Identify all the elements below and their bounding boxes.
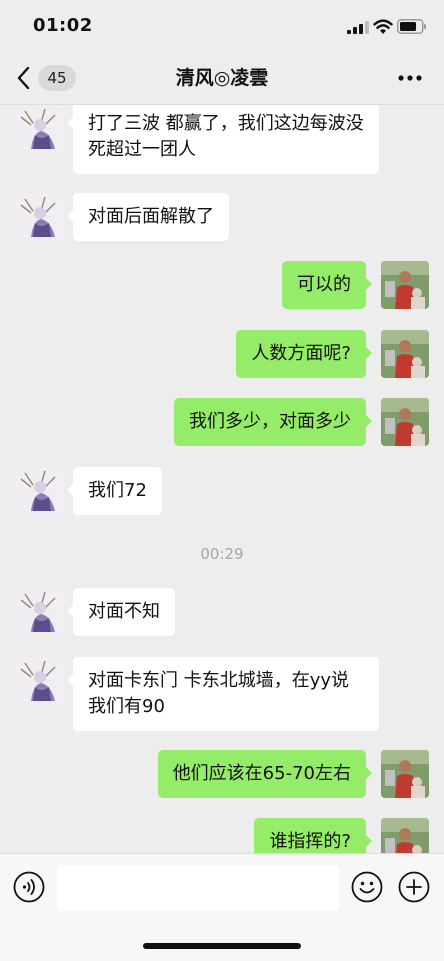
message-input[interactable]	[57, 865, 339, 911]
unread-count-badge[interactable]: 45	[38, 65, 76, 91]
contact-avatar[interactable]	[15, 105, 63, 153]
chevron-left-icon[interactable]	[15, 66, 33, 90]
cellular-signal-icon	[347, 21, 369, 34]
my-avatar[interactable]	[381, 750, 429, 798]
more-dots-icon[interactable]	[396, 69, 424, 87]
message-bubble[interactable]: 可以的	[282, 261, 372, 309]
chat-title: 清风◎凌雲	[175, 67, 269, 89]
message-bubble[interactable]: 对面不知	[67, 588, 175, 636]
message-bubble[interactable]: 打了三波 都赢了，我们这边每波没死超过一团人	[67, 105, 379, 174]
chat-input-bar	[0, 853, 444, 961]
wifi-icon	[373, 19, 393, 34]
battery-icon	[397, 19, 426, 34]
contact-avatar[interactable]	[15, 657, 63, 705]
home-indicator	[143, 943, 301, 949]
message-bubble[interactable]: 我们72	[67, 467, 162, 515]
contact-avatar[interactable]	[15, 588, 63, 636]
voice-icon[interactable]	[13, 871, 45, 903]
plus-icon[interactable]	[398, 871, 430, 903]
status-bar: 01:02	[0, 0, 444, 52]
chat-message-list[interactable]: 打了三波 都赢了，我们这边每波没死超过一团人 对面后面解散了 可以的 人数方面呢…	[0, 105, 444, 853]
contact-avatar[interactable]	[15, 193, 63, 241]
contact-avatar[interactable]	[15, 467, 63, 515]
my-avatar[interactable]	[381, 398, 429, 446]
my-avatar[interactable]	[381, 261, 429, 309]
message-bubble[interactable]: 人数方面呢?	[236, 330, 372, 378]
message-bubble[interactable]: 谁指挥的?	[254, 818, 372, 853]
status-time: 01:02	[33, 15, 93, 36]
chat-header: 45 清风◎凌雲	[0, 52, 444, 105]
message-bubble[interactable]: 他们应该在65-70左右	[157, 750, 373, 798]
message-timestamp: 00:29	[200, 545, 244, 563]
message-bubble[interactable]: 对面卡东门 卡东北城墙，在yy说我们有90	[67, 657, 379, 731]
my-avatar[interactable]	[381, 330, 429, 378]
emoji-icon[interactable]	[351, 871, 383, 903]
my-avatar[interactable]	[381, 818, 429, 853]
message-bubble[interactable]: 对面后面解散了	[67, 193, 229, 241]
message-bubble[interactable]: 我们多少，对面多少	[174, 398, 372, 446]
